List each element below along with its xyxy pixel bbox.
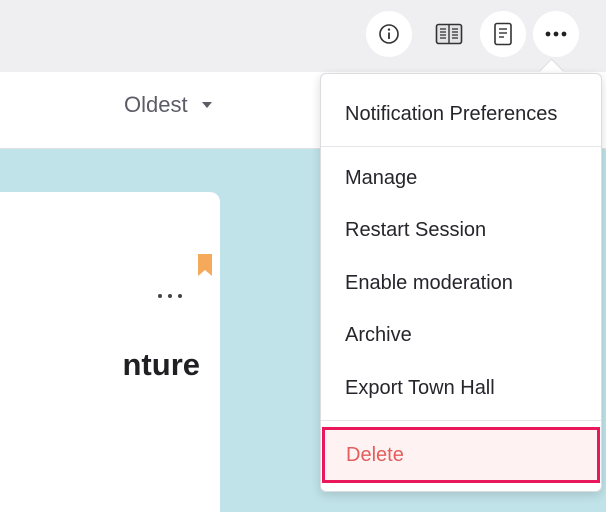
more-options-icon: [545, 31, 567, 37]
info-button[interactable]: [366, 11, 412, 57]
dot-icon: [178, 294, 182, 298]
menu-item-manage[interactable]: Manage: [321, 156, 601, 200]
menu-divider: [321, 146, 601, 147]
menu-divider: [321, 420, 601, 421]
menu-item-enable-moderation[interactable]: Enable moderation: [321, 261, 601, 305]
dot-icon: [158, 294, 162, 298]
card-title: nture: [122, 347, 201, 382]
more-options-button[interactable]: [533, 11, 579, 57]
bookmark-icon[interactable]: [198, 254, 212, 276]
sort-label: Oldest: [124, 92, 188, 117]
more-options-menu: Notification Preferences Manage Restart …: [320, 73, 602, 492]
card-more-options-button[interactable]: [158, 290, 182, 302]
document-icon: [494, 22, 512, 46]
menu-item-export-town-hall[interactable]: Export Town Hall: [321, 366, 601, 410]
dot-icon: [168, 294, 172, 298]
reader-view-button[interactable]: [426, 11, 472, 57]
chevron-down-icon: [201, 102, 212, 108]
sort-dropdown[interactable]: Oldest: [124, 92, 212, 118]
info-icon: [379, 24, 399, 44]
menu-item-delete[interactable]: Delete: [322, 427, 600, 483]
menu-item-restart-session[interactable]: Restart Session: [321, 208, 601, 252]
document-button[interactable]: [480, 11, 526, 57]
question-card[interactable]: nture: [0, 192, 220, 512]
menu-item-notification-preferences[interactable]: Notification Preferences: [321, 92, 601, 136]
reader-view-icon: [435, 23, 463, 45]
top-toolbar: [0, 0, 606, 72]
menu-item-archive[interactable]: Archive: [321, 313, 601, 357]
app-window: Oldest nture Notification Preferences Ma…: [0, 0, 606, 512]
